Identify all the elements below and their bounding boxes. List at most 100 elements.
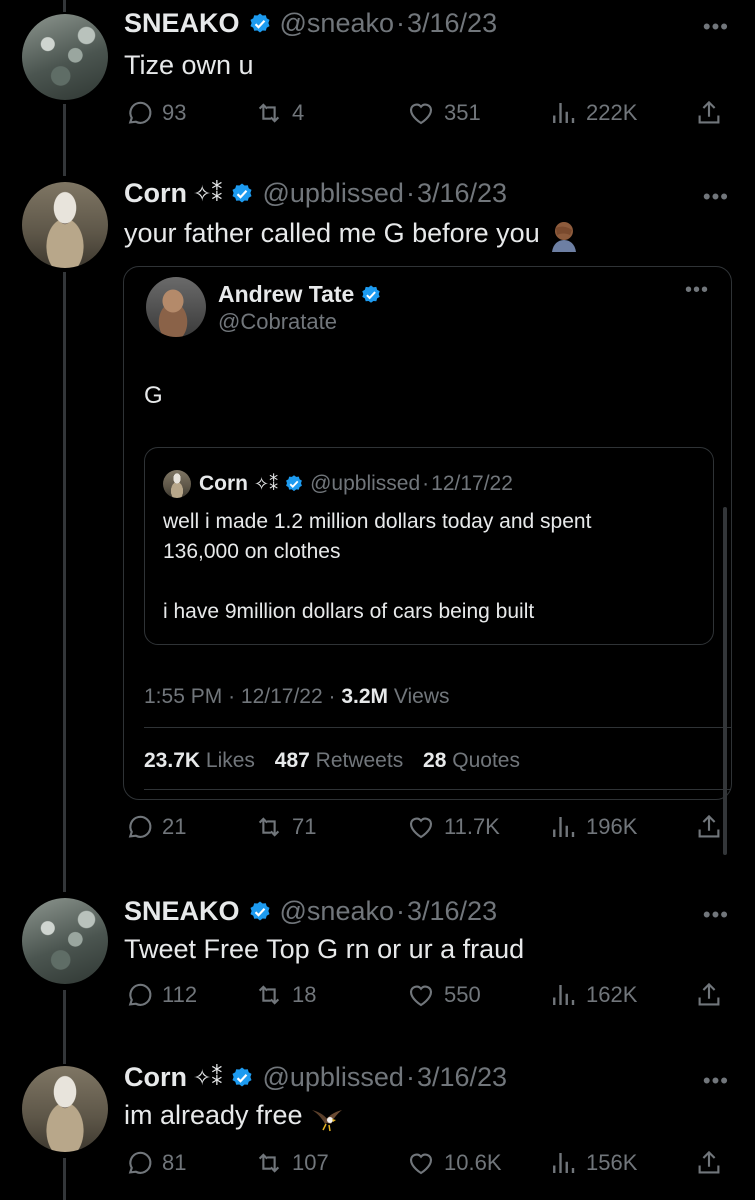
- quoted-date[interactable]: 12/17/22: [241, 685, 323, 708]
- avatar[interactable]: [22, 14, 108, 100]
- scrollbar[interactable]: [723, 507, 727, 855]
- tweet-text: Tweet Free Top G rn or ur a fraud: [124, 934, 525, 964]
- action-bar: 81 107 10.6K 156K: [124, 1148, 734, 1188]
- tweet-text: im already free: [124, 1100, 344, 1134]
- share-icon: [698, 982, 720, 1006]
- separator-dot: ·: [405, 178, 415, 208]
- eagle-emoji: [312, 1110, 343, 1132]
- author-name[interactable]: Corn: [124, 178, 187, 209]
- quoted-author-handle[interactable]: @Cobratate: [218, 309, 337, 335]
- tweet[interactable]: SNEAKO @sneako · 3/16/23 ••• Tweet Free …: [0, 888, 755, 1058]
- views-icon: [553, 817, 575, 837]
- reply-icon: [128, 983, 152, 1006]
- more-icon[interactable]: •••: [703, 902, 729, 928]
- avatar[interactable]: [163, 470, 191, 498]
- nested-author-handle[interactable]: @upblissed: [310, 472, 420, 496]
- tweet[interactable]: SNEAKO @sneako · 3/16/23 ••• Tize own u …: [0, 0, 755, 170]
- author-name[interactable]: SNEAKO: [124, 896, 240, 927]
- avatar[interactable]: [22, 898, 108, 984]
- share-icon: [698, 100, 720, 124]
- like-button[interactable]: 351: [406, 98, 481, 128]
- separator-dot: ·: [396, 896, 405, 926]
- quoted-time[interactable]: 1:55 PM: [144, 685, 222, 708]
- more-icon[interactable]: •••: [703, 184, 729, 210]
- divider: [144, 789, 731, 790]
- more-icon[interactable]: •••: [703, 1068, 729, 1094]
- tweet-header: Corn ✧⁑ @upblissed · 3/16/23: [124, 1062, 507, 1093]
- share-button[interactable]: [694, 98, 732, 128]
- quoted-tweet-meta: 1:55 PM · 12/17/22 · 3.2M Views: [144, 685, 450, 708]
- verified-badge-icon: [362, 284, 381, 303]
- retweet-icon: [258, 1153, 280, 1173]
- retweet-button[interactable]: 107: [254, 1148, 329, 1178]
- retweets-stat[interactable]: 487 Retweets: [275, 749, 403, 772]
- retweet-button[interactable]: 18: [254, 980, 316, 1010]
- views-button[interactable]: 196K: [548, 812, 637, 842]
- share-icon: [698, 814, 720, 838]
- views-count: 3.2M: [341, 685, 389, 708]
- tweet-header: SNEAKO @sneako · 3/16/23: [124, 896, 497, 927]
- quotes-stat[interactable]: 28 Quotes: [423, 749, 520, 772]
- like-button[interactable]: 550: [406, 980, 481, 1010]
- retweet-icon: [258, 817, 280, 837]
- share-button[interactable]: [694, 1148, 732, 1178]
- tweet-date[interactable]: 3/16/23: [417, 1062, 507, 1093]
- tweet-header: Corn ✧⁑ @upblissed · 3/16/23: [124, 178, 507, 209]
- author-handle[interactable]: @sneako: [280, 896, 394, 927]
- author-name[interactable]: SNEAKO: [124, 8, 240, 39]
- author-handle[interactable]: @upblissed: [262, 1062, 404, 1093]
- separator-dot: ·: [405, 1062, 415, 1092]
- views-icon: [553, 985, 575, 1005]
- reply-button[interactable]: 112: [124, 980, 197, 1010]
- reply-button[interactable]: 81: [124, 1148, 186, 1178]
- views-button[interactable]: 156K: [548, 1148, 637, 1178]
- divider: [144, 727, 731, 728]
- nested-quoted-tweet[interactable]: Corn ✧⁑ @upblissed · 12/17/22 well i mad…: [144, 447, 714, 645]
- views-button[interactable]: 222K: [548, 98, 637, 128]
- action-bar: 93 4 351 222K: [124, 98, 734, 138]
- likes-stat[interactable]: 23.7K Likes: [144, 749, 255, 772]
- more-icon[interactable]: •••: [685, 279, 709, 302]
- like-icon: [409, 103, 433, 125]
- tweet-date[interactable]: 3/16/23: [407, 8, 497, 39]
- tweet-date[interactable]: 3/16/23: [407, 896, 497, 927]
- reply-button[interactable]: 21: [124, 812, 186, 842]
- name-sparkles: ✧⁑: [193, 1064, 223, 1090]
- verified-badge-icon: [232, 183, 252, 202]
- separator-dot: ·: [396, 8, 405, 38]
- name-sparkles: ✧⁑: [254, 473, 279, 494]
- tweet[interactable]: Corn ✧⁑ @upblissed · 3/16/23 ••• im alre…: [0, 1056, 755, 1200]
- nested-author-name[interactable]: Corn: [199, 472, 248, 496]
- nested-tweet-date[interactable]: 12/17/22: [431, 472, 513, 496]
- quoted-tweet-text: G: [144, 382, 163, 409]
- avatar[interactable]: [146, 277, 206, 337]
- tweet-date[interactable]: 3/16/23: [417, 178, 507, 209]
- share-button[interactable]: [694, 812, 732, 842]
- separator-dot: ·: [422, 472, 430, 495]
- share-icon: [698, 1150, 720, 1174]
- retweet-button[interactable]: 4: [254, 98, 304, 128]
- author-handle[interactable]: @upblissed: [262, 178, 404, 209]
- views-label: Views: [393, 685, 450, 708]
- tweet-text: Tize own u: [124, 50, 254, 80]
- author-name[interactable]: Corn: [124, 1062, 187, 1093]
- reply-icon: [128, 815, 152, 838]
- action-bar: 21 71 11.7K 196K: [124, 812, 734, 852]
- quoted-tweet-stats: 23.7K Likes 487 Retweets 28 Quotes: [144, 749, 520, 773]
- share-button[interactable]: [694, 980, 732, 1010]
- quoted-author-name[interactable]: Andrew Tate: [218, 281, 390, 308]
- views-button[interactable]: 162K: [548, 980, 637, 1010]
- tweet[interactable]: Corn ✧⁑ @upblissed · 3/16/23 ••• your fa…: [0, 170, 755, 880]
- like-button[interactable]: 10.6K: [406, 1148, 502, 1178]
- more-icon[interactable]: •••: [703, 14, 729, 40]
- tweet-text: your father called me G before you: [124, 218, 581, 252]
- author-handle[interactable]: @sneako: [280, 8, 394, 39]
- quoted-tweet-card[interactable]: Andrew Tate @Cobratate ••• G Corn ✧⁑ @up…: [123, 266, 732, 855]
- retweet-button[interactable]: 71: [254, 812, 316, 842]
- verified-badge-icon: [232, 1067, 252, 1086]
- reply-button[interactable]: 93: [124, 98, 186, 128]
- nested-tweet-header: Corn ✧⁑ @upblissed · 12/17/22: [163, 470, 513, 498]
- like-button[interactable]: 11.7K: [406, 812, 500, 842]
- avatar[interactable]: [22, 182, 108, 268]
- avatar[interactable]: [22, 1066, 108, 1152]
